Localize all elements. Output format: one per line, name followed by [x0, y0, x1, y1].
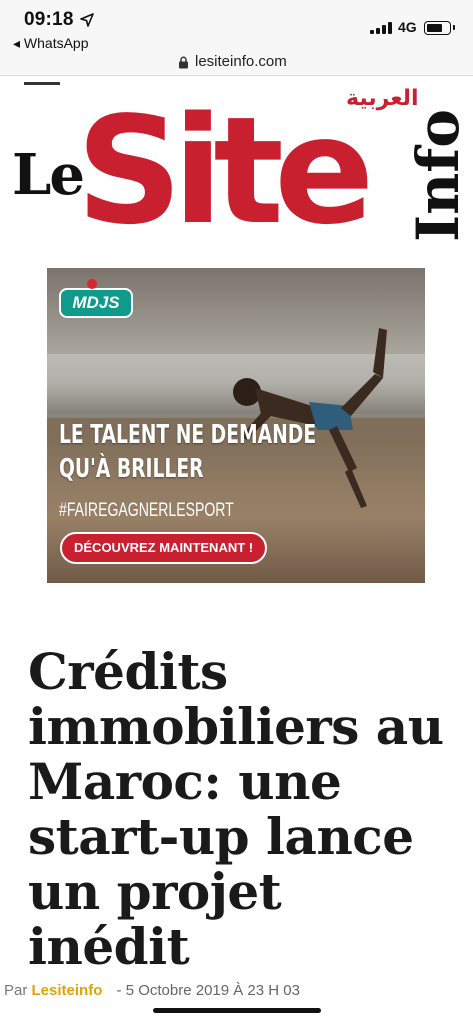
mdjs-logo: MDJS [59, 288, 133, 318]
ad-headline-line1: LE TALENT NE DEMANDE [59, 420, 317, 450]
byline-prefix: Par [4, 982, 28, 999]
site-logo[interactable]: العربية Le Site Info [12, 82, 472, 257]
mdjs-logo-text: MDJS [72, 293, 120, 312]
logo-le-text: Le [12, 142, 85, 208]
battery-icon [424, 21, 455, 35]
status-time: 09:18 [24, 9, 74, 30]
signal-bars-icon [370, 22, 392, 34]
lock-icon [179, 56, 188, 69]
author-link[interactable]: Lesiteinfo [32, 982, 103, 999]
home-indicator[interactable] [153, 1008, 321, 1013]
mdjs-logo-dot-icon [87, 279, 97, 289]
article-date: - 5 Octobre 2019 À 23 H 03 [116, 982, 300, 999]
network-type: 4G [398, 19, 417, 35]
ad-hashtag: #FAIREGAGNERLESPORT [59, 500, 234, 521]
url-text[interactable]: lesiteinfo.com [195, 53, 287, 70]
article-byline: Par Lesiteinfo - 5 Octobre 2019 À 23 H 0… [4, 982, 300, 999]
ad-headline: LE TALENT NE DEMANDE QU'À BRILLER [59, 418, 316, 486]
ad-banner[interactable]: MDJS LE TALENT NE DEMANDE QU'À BRILLER #… [47, 268, 425, 583]
article-title: Crédits immobiliers au Maroc: une start-… [28, 642, 444, 976]
status-bar: 09:18 ◂ WhatsApp 4G [0, 0, 473, 52]
logo-info-text: Info [404, 109, 472, 242]
address-bar[interactable]: lesiteinfo.com [0, 52, 473, 76]
discover-now-button[interactable]: DÉCOUVREZ MAINTENANT ! [60, 532, 268, 564]
back-to-whatsapp-link[interactable]: ◂ WhatsApp [13, 35, 89, 52]
ad-headline-line2: QU'À BRILLER [59, 454, 204, 484]
location-arrow-icon [80, 13, 94, 27]
logo-site-text: Site [76, 85, 374, 257]
